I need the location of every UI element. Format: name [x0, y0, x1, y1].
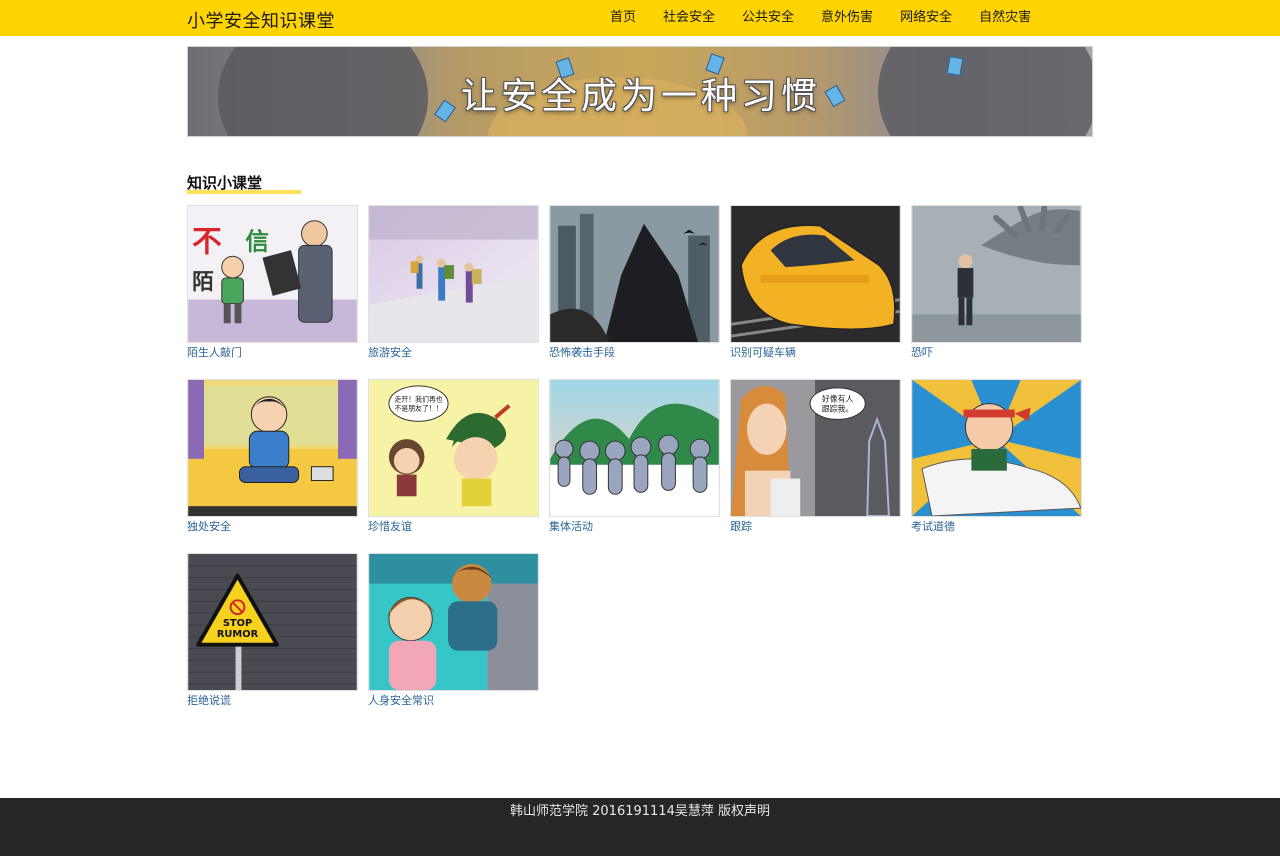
speech-bubble-line2: 跟踪我。 [822, 404, 854, 414]
stranger-sign-text-3: 陌 [192, 270, 214, 295]
lesson-card-cherish-friendship: 走开！我们再也 不是朋友了！！ 珍惜友谊 [368, 379, 539, 534]
lesson-thumbnail[interactable]: 不 信 陌 [187, 205, 358, 343]
site-title[interactable]: 小学安全知识课堂 [187, 7, 335, 33]
lesson-title[interactable]: 集体活动 [549, 520, 720, 534]
top-nav-inner: 小学安全知识课堂 首页 社会安全 公共安全 意外伤害 网络安全 自然灾害 [187, 0, 1093, 36]
lesson-title[interactable]: 旅游安全 [368, 346, 539, 360]
nav-item-network-safety[interactable]: 网络安全 [888, 0, 964, 36]
lesson-thumbnail[interactable] [911, 205, 1082, 343]
lesson-card-suspicious-vehicle: 识别可疑车辆 [730, 205, 901, 360]
home-alone-illustration [188, 380, 357, 516]
stop-rumor-illustration: STOP RUMOR [188, 554, 357, 690]
stranger-sign-text: 不 [192, 224, 222, 258]
lesson-card-being-followed: 好像有人 跟踪我。 跟踪 [730, 379, 901, 534]
lesson-title[interactable]: 恐吓 [911, 346, 1082, 360]
nav-item-accidental-injury[interactable]: 意外伤害 [809, 0, 885, 36]
nav-item-natural-disaster[interactable]: 自然灾害 [967, 0, 1043, 36]
lesson-title[interactable]: 恐怖袭击手段 [549, 346, 720, 360]
exam-ethics-illustration [912, 380, 1081, 516]
vehicle-illustration [731, 206, 900, 342]
lesson-title[interactable]: 人身安全常识 [368, 694, 539, 708]
personal-safety-illustration [369, 554, 538, 690]
nav-item-social-safety[interactable]: 社会安全 [651, 0, 727, 36]
lesson-title[interactable]: 跟踪 [730, 520, 901, 534]
lesson-thumbnail[interactable]: 走开！我们再也 不是朋友了！！ [368, 379, 539, 517]
friendship-illustration: 走开！我们再也 不是朋友了！！ [369, 380, 538, 516]
speech-bubble-line1: 走开！我们再也 [394, 395, 442, 404]
lesson-card-terror-attack: 恐怖袭击手段 [549, 205, 720, 360]
nav-item-public-safety[interactable]: 公共安全 [730, 0, 806, 36]
lesson-thumbnail[interactable]: 好像有人 跟踪我。 [730, 379, 901, 517]
lesson-card-intimidation: 恐吓 [911, 205, 1082, 360]
banner-slogan: 让安全成为一种习惯 [460, 76, 821, 117]
group-activity-illustration [550, 380, 719, 516]
lesson-thumbnail[interactable]: STOP RUMOR [187, 553, 358, 691]
stranger-illustration: 不 信 陌 [188, 206, 357, 342]
speech-bubble-line2: 不是朋友了！！ [394, 404, 442, 413]
lesson-card-home-alone: 独处安全 [187, 379, 358, 534]
main-nav: 首页 社会安全 公共安全 意外伤害 网络安全 自然灾害 [598, 0, 1046, 36]
lesson-title[interactable]: 识别可疑车辆 [730, 346, 901, 360]
nav-item-home[interactable]: 首页 [598, 0, 648, 36]
intimidation-illustration [912, 206, 1081, 342]
rumor-sign-line2: RUMOR [217, 629, 259, 640]
lesson-title[interactable]: 独处安全 [187, 520, 358, 534]
lesson-thumbnail[interactable] [730, 205, 901, 343]
lesson-card-group-activity: 集体活动 [549, 379, 720, 534]
lesson-thumbnail[interactable] [368, 205, 539, 343]
footer-copyright: 韩山师范学院 2016191114吴慧萍 版权声明 [510, 804, 770, 819]
lesson-card-personal-safety: 人身安全常识 [368, 553, 539, 708]
speech-bubble-line1: 好像有人 [822, 394, 854, 404]
lesson-thumbnail[interactable] [549, 205, 720, 343]
travel-illustration [369, 206, 538, 342]
hero-banner: 让安全成为一种习惯 [187, 46, 1093, 137]
lesson-thumbnail[interactable] [911, 379, 1082, 517]
lesson-title[interactable]: 陌生人敲门 [187, 346, 358, 360]
lesson-thumbnail[interactable] [549, 379, 720, 517]
section-title-underline [187, 190, 301, 194]
stranger-sign-text-2: 信 [245, 227, 269, 255]
lesson-thumbnail[interactable] [187, 379, 358, 517]
lesson-card-exam-ethics: 考试道德 [911, 379, 1082, 534]
lesson-title[interactable]: 珍惜友谊 [368, 520, 539, 534]
followed-illustration: 好像有人 跟踪我。 [731, 380, 900, 516]
lesson-thumbnail[interactable] [368, 553, 539, 691]
lesson-title[interactable]: 考试道德 [911, 520, 1082, 534]
top-nav-bar: 小学安全知识课堂 首页 社会安全 公共安全 意外伤害 网络安全 自然灾害 [0, 0, 1280, 36]
lesson-card-stranger-knocking: 不 信 陌 陌生人敲门 [187, 205, 358, 360]
lesson-title[interactable]: 拒绝说谎 [187, 694, 358, 708]
rumor-sign-line1: STOP [223, 618, 252, 629]
lesson-card-refuse-lying: STOP RUMOR 拒绝说谎 [187, 553, 358, 708]
lesson-card-travel-safety: 旅游安全 [368, 205, 539, 360]
page-footer: 韩山师范学院 2016191114吴慧萍 版权声明 [0, 798, 1280, 856]
terror-illustration [550, 206, 719, 342]
